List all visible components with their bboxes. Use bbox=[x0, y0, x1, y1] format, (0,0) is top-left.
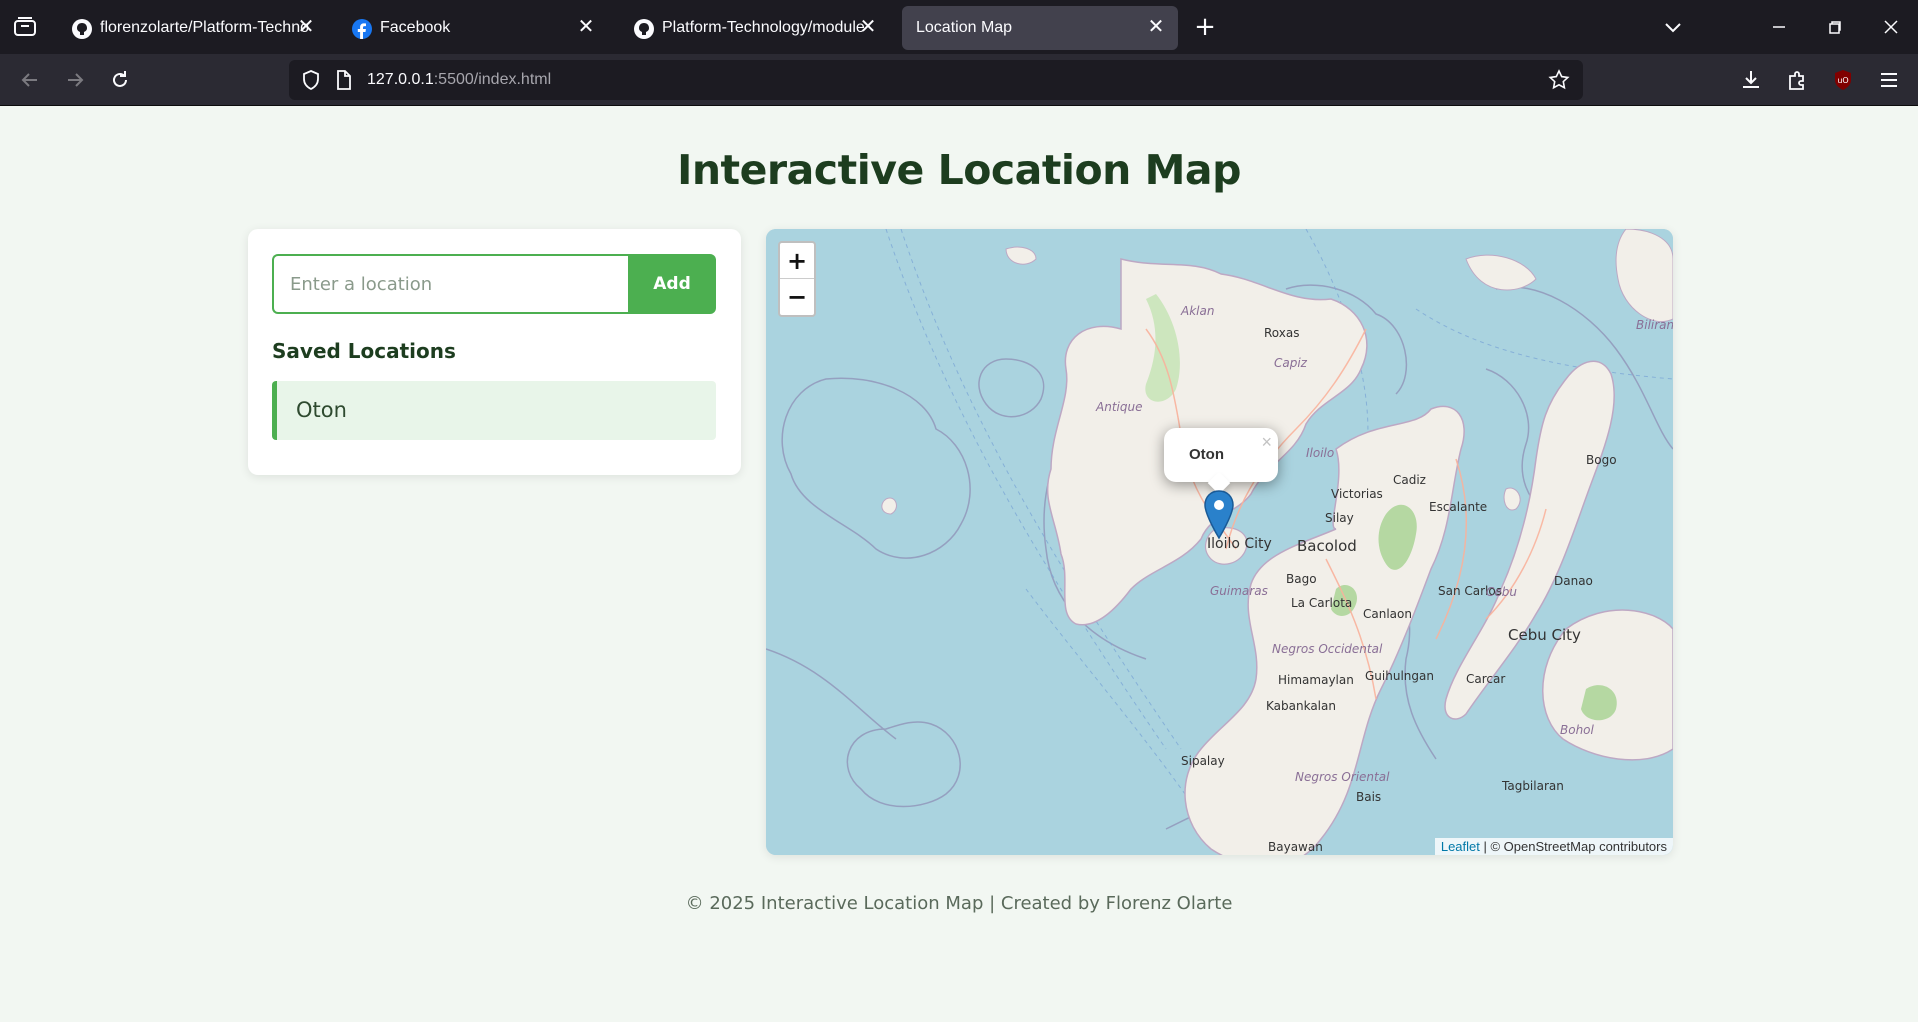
map-label: Negros Oriental bbox=[1295, 770, 1390, 784]
popup-close-icon[interactable]: × bbox=[1261, 432, 1272, 453]
close-window-icon[interactable] bbox=[1878, 14, 1904, 40]
tab-close-icon[interactable]: ✕ bbox=[576, 17, 596, 37]
url-host: 127.0.0.1 bbox=[367, 71, 434, 88]
url-text[interactable]: 127.0.0.1:5500/index.html bbox=[367, 71, 551, 89]
back-icon[interactable] bbox=[17, 67, 43, 93]
tab-github-module[interactable]: Platform-Technology/module 2- ✕ bbox=[620, 6, 890, 50]
tab-title: Facebook bbox=[380, 19, 451, 36]
location-input[interactable] bbox=[272, 254, 628, 314]
forward-icon[interactable] bbox=[62, 67, 88, 93]
map-label: Kabankalan bbox=[1266, 699, 1336, 713]
map-label: Bogo bbox=[1586, 453, 1617, 467]
extensions-icon[interactable] bbox=[1784, 67, 1810, 93]
url-bar[interactable]: 127.0.0.1:5500/index.html bbox=[289, 60, 1583, 100]
page-icon[interactable] bbox=[330, 67, 356, 93]
map-label: Sipalay bbox=[1181, 754, 1225, 768]
map-container[interactable]: Aklan Roxas Capiz Antique Iloilo Iloilo … bbox=[766, 229, 1673, 855]
map-label: Silay bbox=[1325, 511, 1354, 525]
map-label: Roxas bbox=[1264, 326, 1299, 340]
map-label: Himamaylan bbox=[1278, 673, 1354, 687]
map-label: Negros Occidental bbox=[1272, 642, 1383, 656]
map-attribution: Leaflet | © OpenStreetMap contributors bbox=[1434, 838, 1673, 855]
popup-content: Oton bbox=[1189, 446, 1224, 463]
map-label: Danao bbox=[1554, 574, 1593, 588]
map-label: Bacolod bbox=[1297, 537, 1357, 555]
attribution-text: | © OpenStreetMap contributors bbox=[1479, 839, 1668, 854]
footer-text: © 2025 Interactive Location Map | Create… bbox=[685, 893, 1233, 914]
map-label: Guimaras bbox=[1210, 584, 1268, 598]
minimize-icon[interactable] bbox=[1766, 14, 1792, 40]
leaflet-link[interactable]: Leaflet bbox=[1441, 839, 1480, 854]
map-label: Cebu City bbox=[1508, 626, 1581, 644]
browser-nav-bar: 127.0.0.1:5500/index.html uO bbox=[0, 54, 1918, 106]
map-marker-icon[interactable] bbox=[1203, 490, 1235, 540]
map-label: Biliran bbox=[1636, 318, 1673, 332]
map-label: Iloilo bbox=[1306, 446, 1334, 460]
facebook-icon bbox=[352, 19, 372, 39]
url-path: :5500/index.html bbox=[433, 71, 552, 88]
browser-tab-bar: florenzolarte/Platform-Technolo ✕ Facebo… bbox=[0, 0, 1918, 54]
location-panel: Add Saved Locations Oton bbox=[248, 229, 741, 475]
tab-title: florenzolarte/Platform-Technolo bbox=[100, 19, 310, 36]
map-tiles: Aklan Roxas Capiz Antique Iloilo Iloilo … bbox=[766, 229, 1673, 855]
tab-close-icon[interactable]: ✕ bbox=[296, 17, 316, 37]
map-label: Antique bbox=[1095, 400, 1142, 414]
map-label: Bais bbox=[1356, 790, 1381, 804]
shield-icon[interactable] bbox=[298, 67, 324, 93]
map-popup: Oton × bbox=[1164, 428, 1278, 495]
svg-text:uO: uO bbox=[1837, 76, 1848, 85]
map-label: Bayawan bbox=[1268, 840, 1323, 854]
map-label: Canlaon bbox=[1363, 607, 1412, 621]
reload-icon[interactable] bbox=[107, 67, 133, 93]
map-label: Bohol bbox=[1560, 723, 1595, 737]
map-label: Cebu bbox=[1486, 585, 1517, 599]
zoom-control: + − bbox=[778, 241, 816, 317]
map-label: Guihulngan bbox=[1365, 669, 1434, 683]
ublock-origin-icon[interactable]: uO bbox=[1830, 67, 1856, 93]
map-label: La Carlota bbox=[1291, 596, 1352, 610]
tab-github-platform[interactable]: florenzolarte/Platform-Technolo ✕ bbox=[58, 6, 328, 50]
tab-title: Location Map bbox=[916, 19, 1013, 36]
github-icon bbox=[634, 19, 654, 39]
tab-close-icon[interactable]: ✕ bbox=[858, 17, 878, 37]
new-tab-button[interactable]: + bbox=[1192, 14, 1218, 40]
tab-facebook[interactable]: Facebook ✕ bbox=[338, 6, 608, 50]
map-label: Aklan bbox=[1180, 304, 1214, 318]
restore-icon[interactable] bbox=[1822, 14, 1848, 40]
map-label: Carcar bbox=[1466, 672, 1505, 686]
map-label: Escalante bbox=[1429, 500, 1487, 514]
page-title: Interactive Location Map bbox=[677, 146, 1241, 194]
saved-locations-list: Oton bbox=[272, 381, 716, 440]
github-icon bbox=[72, 19, 92, 39]
tab-close-icon[interactable]: ✕ bbox=[1146, 17, 1166, 37]
map-label: Cadiz bbox=[1393, 473, 1426, 487]
saved-locations-heading: Saved Locations bbox=[272, 339, 456, 363]
zoom-out-button[interactable]: − bbox=[780, 279, 814, 315]
map-label: Tagbilaran bbox=[1501, 779, 1564, 793]
list-all-tabs-icon[interactable] bbox=[1660, 14, 1686, 40]
map-label: Bago bbox=[1286, 572, 1317, 586]
tab-title: Platform-Technology/module 2- bbox=[662, 19, 870, 36]
menu-icon[interactable] bbox=[1876, 67, 1902, 93]
tab-location-map[interactable]: Location Map ✕ bbox=[902, 6, 1178, 50]
map-label: Victorias bbox=[1331, 487, 1383, 501]
add-location-button[interactable]: Add bbox=[628, 254, 716, 314]
bookmark-star-icon[interactable] bbox=[1546, 67, 1572, 93]
tab-list-icon[interactable] bbox=[12, 15, 38, 39]
saved-location-item[interactable]: Oton bbox=[272, 381, 716, 440]
map-label: Capiz bbox=[1274, 356, 1308, 370]
zoom-in-button[interactable]: + bbox=[780, 243, 814, 279]
downloads-icon[interactable] bbox=[1738, 67, 1764, 93]
